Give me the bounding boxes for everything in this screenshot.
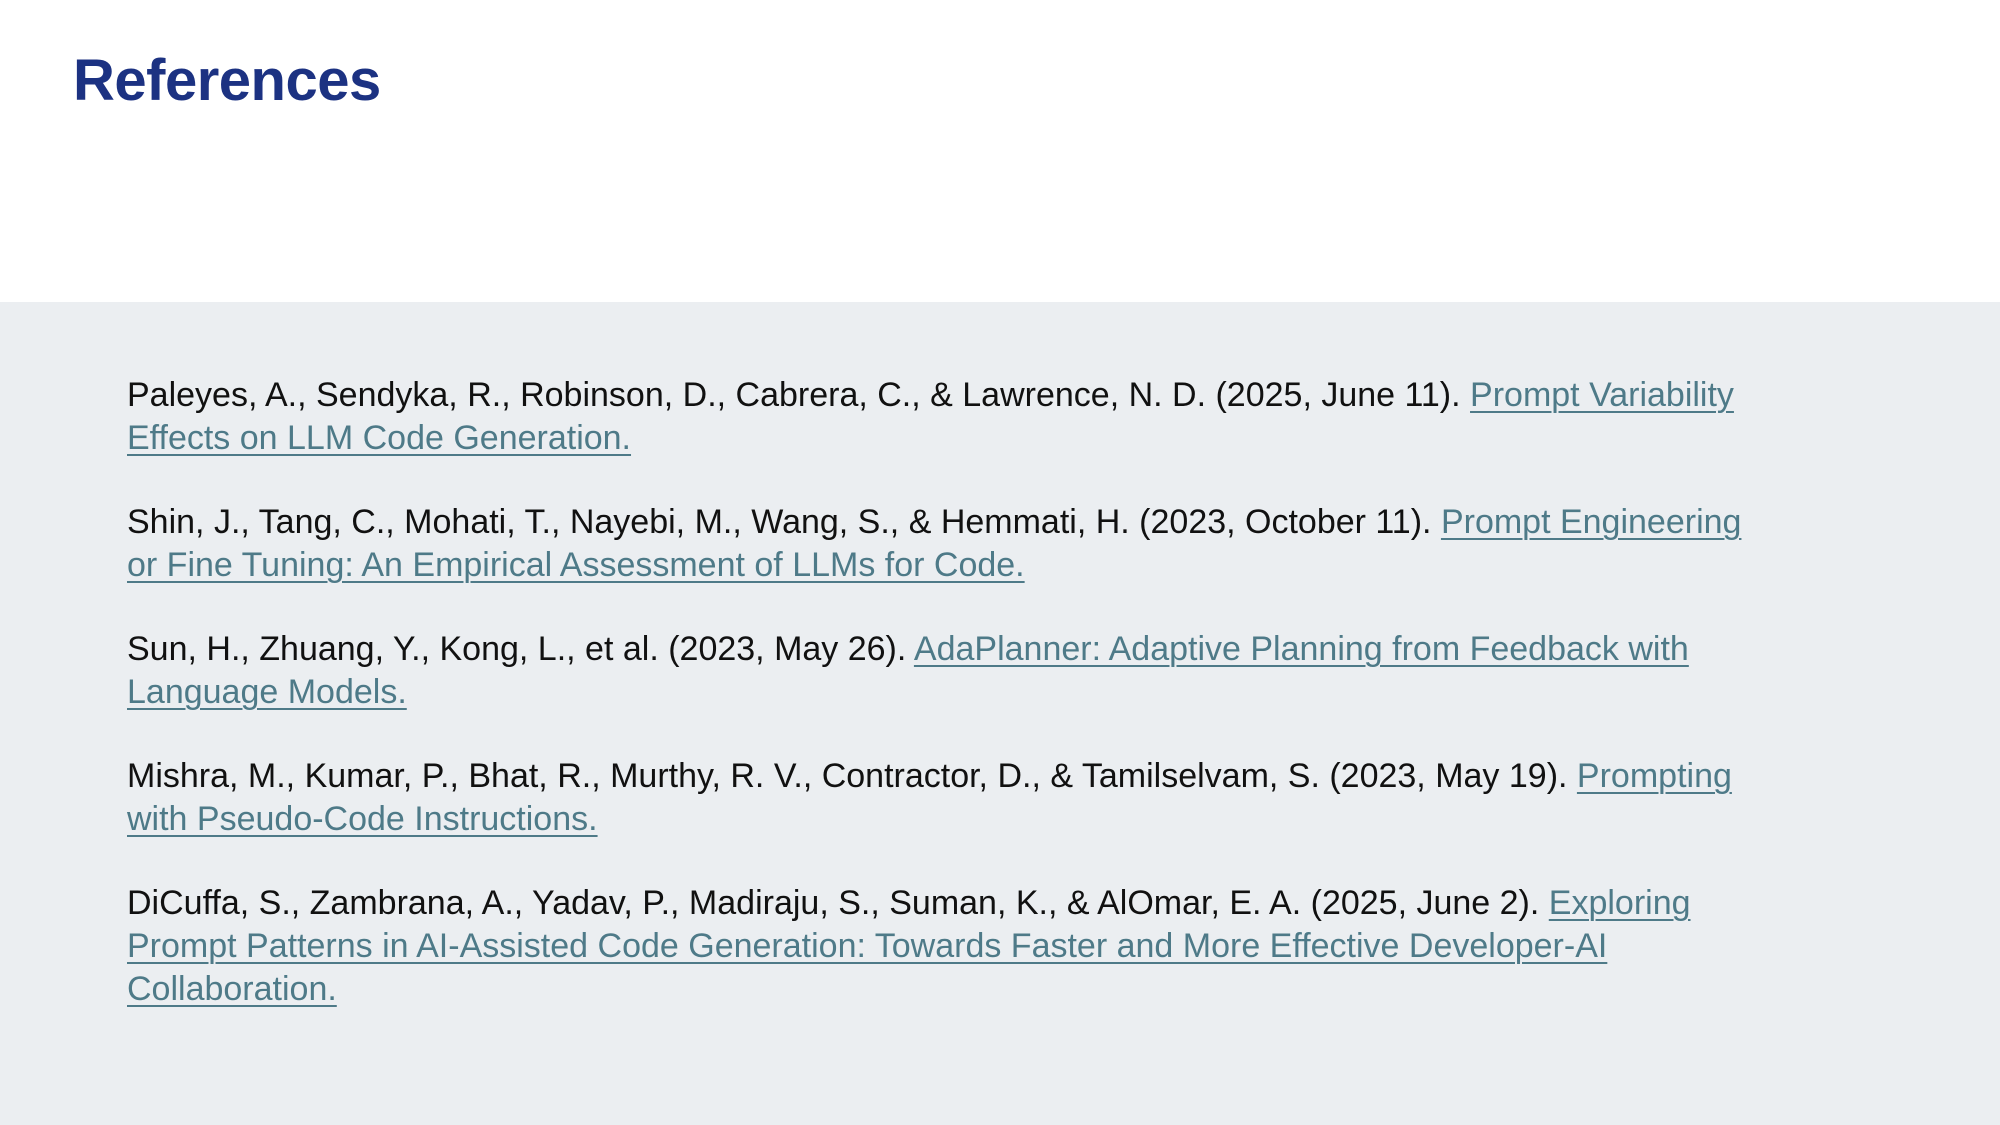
page-title: References xyxy=(73,48,381,113)
reference-citation: Mishra, M., Kumar, P., Bhat, R., Murthy,… xyxy=(127,757,1577,795)
slide-header: References xyxy=(0,0,2000,302)
slide: References Paleyes, A., Sendyka, R., Rob… xyxy=(0,0,2000,1125)
reference-list: Paleyes, A., Sendyka, R., Robinson, D., … xyxy=(127,374,1767,1052)
reference-citation: DiCuffa, S., Zambrana, A., Yadav, P., Ma… xyxy=(127,884,1549,922)
reference-item: Sun, H., Zhuang, Y., Kong, L., et al. (2… xyxy=(127,628,1767,714)
reference-item: Shin, J., Tang, C., Mohati, T., Nayebi, … xyxy=(127,501,1767,587)
reference-citation: Paleyes, A., Sendyka, R., Robinson, D., … xyxy=(127,376,1471,414)
reference-citation: Shin, J., Tang, C., Mohati, T., Nayebi, … xyxy=(127,503,1441,541)
reference-item: Mishra, M., Kumar, P., Bhat, R., Murthy,… xyxy=(127,755,1767,841)
reference-citation: Sun, H., Zhuang, Y., Kong, L., et al. (2… xyxy=(127,630,914,668)
reference-item: DiCuffa, S., Zambrana, A., Yadav, P., Ma… xyxy=(127,882,1767,1011)
reference-item: Paleyes, A., Sendyka, R., Robinson, D., … xyxy=(127,374,1767,460)
